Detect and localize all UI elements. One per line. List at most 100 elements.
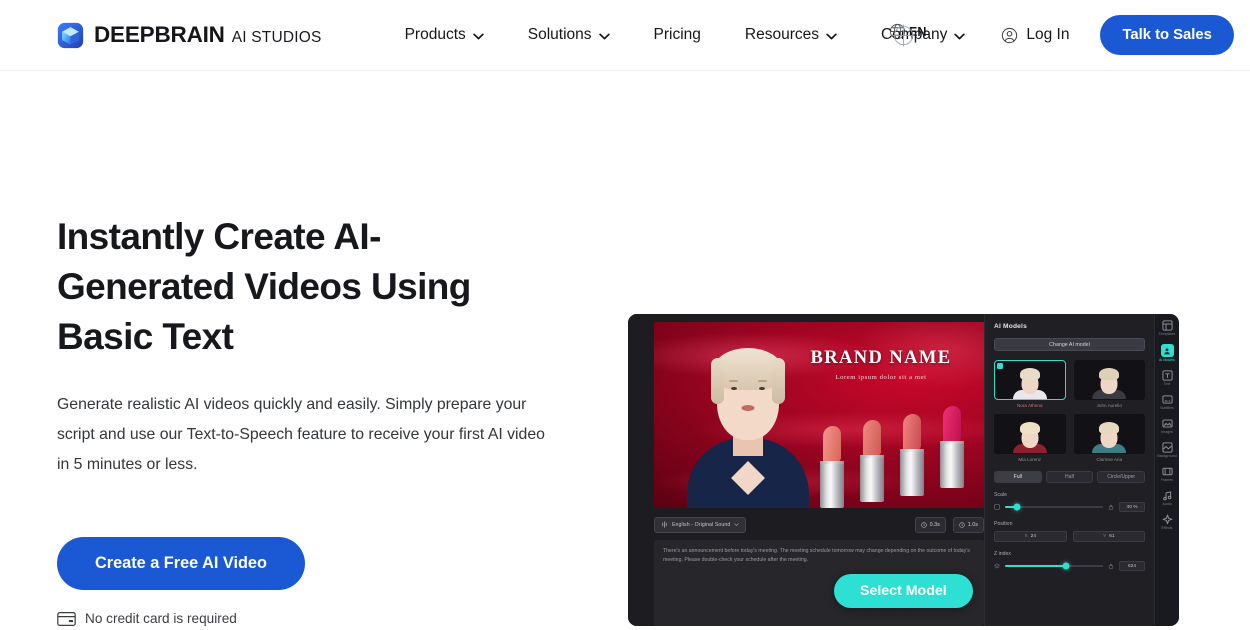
timing-chip-start[interactable]: 0.3s: [914, 516, 946, 533]
lipstick-tube: [940, 444, 964, 488]
voice-icon: [662, 521, 667, 528]
position-y-value: 61: [1109, 534, 1115, 539]
video-editor-preview: BRAND NAME Lorem ipsum dolor sit a met E…: [628, 314, 1179, 626]
timing-chips: 0.3s 1.0s: [914, 516, 984, 533]
effects-icon: [1162, 514, 1172, 525]
rail-item-ai-models[interactable]: AI Models: [1156, 344, 1178, 362]
rail-label: AI Models: [1159, 358, 1175, 362]
selected-check-icon: [997, 363, 1003, 369]
position-y-axis: Y: [1102, 534, 1107, 539]
rail-item-effects[interactable]: Effects: [1156, 514, 1178, 530]
ai-model-name: Nora Athena: [1016, 403, 1043, 408]
nav-item-resources[interactable]: Resources: [723, 18, 859, 52]
crop-mode-circle[interactable]: Circle/Upper: [1097, 471, 1146, 483]
thumb-hair: [1019, 422, 1040, 434]
thumb-hair: [1019, 368, 1040, 380]
chevron-down-icon: [826, 33, 837, 39]
lipstick-product-group: [820, 405, 972, 508]
hero-media: BRAND NAME Lorem ipsum dolor sit a met E…: [628, 314, 1179, 626]
thumb-hair: [1099, 368, 1120, 380]
ai-model-thumbnail: [1073, 414, 1145, 454]
rail-label: Background: [1157, 454, 1177, 458]
avatar-eye-left: [731, 386, 737, 390]
no-credit-card-label: No credit card is required: [85, 611, 237, 626]
nav-item-products[interactable]: Products: [383, 18, 506, 52]
talk-to-sales-button[interactable]: Talk to Sales: [1100, 15, 1234, 55]
scale-icon: [994, 504, 1000, 510]
hero-copy: Instantly Create AI-Generated Videos Usi…: [57, 71, 597, 626]
nav-label: Resources: [744, 26, 819, 43]
no-credit-card-note: No credit card is required: [57, 611, 597, 626]
ai-model-name: John Aurelio: [1096, 403, 1122, 408]
scale-slider[interactable]: [1005, 503, 1103, 511]
video-canvas[interactable]: BRAND NAME Lorem ipsum dolor sit a met: [654, 322, 984, 508]
subtitles-icon: [1161, 395, 1173, 404]
rail-item-text[interactable]: Text: [1156, 370, 1178, 386]
timing-chip-label: 1.0s: [967, 521, 978, 528]
ai-model-thumbnail: [994, 360, 1066, 400]
rail-item-subtitles[interactable]: Subtitles: [1156, 394, 1178, 410]
z-index-property: Z index 624: [994, 551, 1145, 571]
voice-language-label: English - Original Sound: [672, 521, 731, 528]
crop-mode-half[interactable]: Half: [1045, 471, 1094, 483]
text-box-icon: [1161, 370, 1173, 381]
z-index-slider-handle[interactable]: [1062, 562, 1070, 570]
audio-icon: [1162, 491, 1171, 501]
nav-item-solutions[interactable]: Solutions: [506, 18, 632, 52]
page-title: Instantly Create AI-Generated Videos Usi…: [57, 216, 471, 357]
timing-chip-end[interactable]: 1.0s: [952, 516, 984, 533]
crop-mode-full[interactable]: Full: [994, 471, 1042, 483]
scale-label: Scale: [994, 492, 1007, 498]
z-index-slider[interactable]: [1005, 562, 1103, 570]
clock-icon: [959, 521, 965, 528]
change-ai-model-button[interactable]: Change AI model: [994, 338, 1145, 351]
rail-item-images[interactable]: Images: [1156, 418, 1178, 434]
login-button[interactable]: Log In: [987, 18, 1083, 52]
brand-suffix: AI STUDIOS: [231, 29, 322, 46]
canvas-toolbar: English - Original Sound 0.3s 1.0s: [654, 515, 984, 534]
voice-language-selector[interactable]: English - Original Sound: [654, 516, 747, 533]
ai-model-thumbnail: [1073, 360, 1145, 400]
nav-item-pricing[interactable]: Pricing: [632, 18, 723, 52]
scale-slider-handle[interactable]: [1013, 503, 1021, 511]
ai-model-card-1[interactable]: Nora Athena: [994, 360, 1066, 408]
rail-item-background[interactable]: Background: [1156, 442, 1178, 458]
chevron-down-icon: [473, 33, 484, 39]
rail-item-frames[interactable]: Frames: [1156, 466, 1178, 482]
ai-model-card-4[interactable]: Clarisse Aria: [1073, 414, 1145, 462]
select-model-button[interactable]: Select Model: [834, 574, 973, 608]
background-icon: [1161, 442, 1173, 453]
z-index-label: Z index: [994, 551, 1012, 557]
language-selector[interactable]: EN: [889, 23, 926, 40]
position-x-value: 24: [1030, 534, 1037, 539]
globe-icon: [889, 23, 906, 40]
ai-model-card-2[interactable]: John Aurelio: [1073, 360, 1145, 408]
z-index-value[interactable]: 624: [1119, 561, 1145, 571]
lipstick-bullet: [943, 405, 961, 443]
brand-name: DEEPBRAIN: [94, 22, 225, 47]
lipstick-tube: [820, 464, 844, 508]
frames-icon: [1161, 467, 1173, 476]
crop-mode-segments: Full Half Circle/Upper: [994, 471, 1146, 483]
rail-item-templates[interactable]: Templates: [1156, 320, 1178, 336]
position-y-field[interactable]: Y 61: [1072, 531, 1145, 542]
scale-value[interactable]: 40 %: [1119, 502, 1145, 512]
create-free-ai-video-button[interactable]: Create a Free AI Video: [57, 537, 305, 590]
hero-section: Instantly Create AI-Generated Videos Usi…: [0, 71, 1250, 626]
rail-label: Text: [1163, 382, 1171, 386]
chevron-down-icon: [598, 33, 610, 39]
header-actions: Log In Talk to Sales: [987, 15, 1234, 55]
scene-brand-text: BRAND NAME Lorem ipsum dolor sit a met: [791, 348, 971, 381]
lock-ratio-icon[interactable]: [1108, 504, 1114, 510]
language-label: EN: [909, 24, 927, 39]
avatar-mouth: [741, 405, 755, 411]
layers-lock-icon[interactable]: [1108, 563, 1114, 569]
rail-item-audio[interactable]: Audio: [1156, 490, 1178, 506]
lipstick-tube: [860, 458, 884, 502]
ai-model-card-3[interactable]: Mia Lorenz: [994, 414, 1066, 462]
position-property: Position X 24 Y 61: [994, 521, 1145, 542]
ai-model-name: Mia Lorenz: [1018, 457, 1042, 462]
brand-logo[interactable]: DEEPBRAIN AI STUDIOS: [57, 22, 322, 49]
position-x-field[interactable]: X 24: [994, 531, 1067, 542]
clock-icon: [920, 521, 927, 528]
